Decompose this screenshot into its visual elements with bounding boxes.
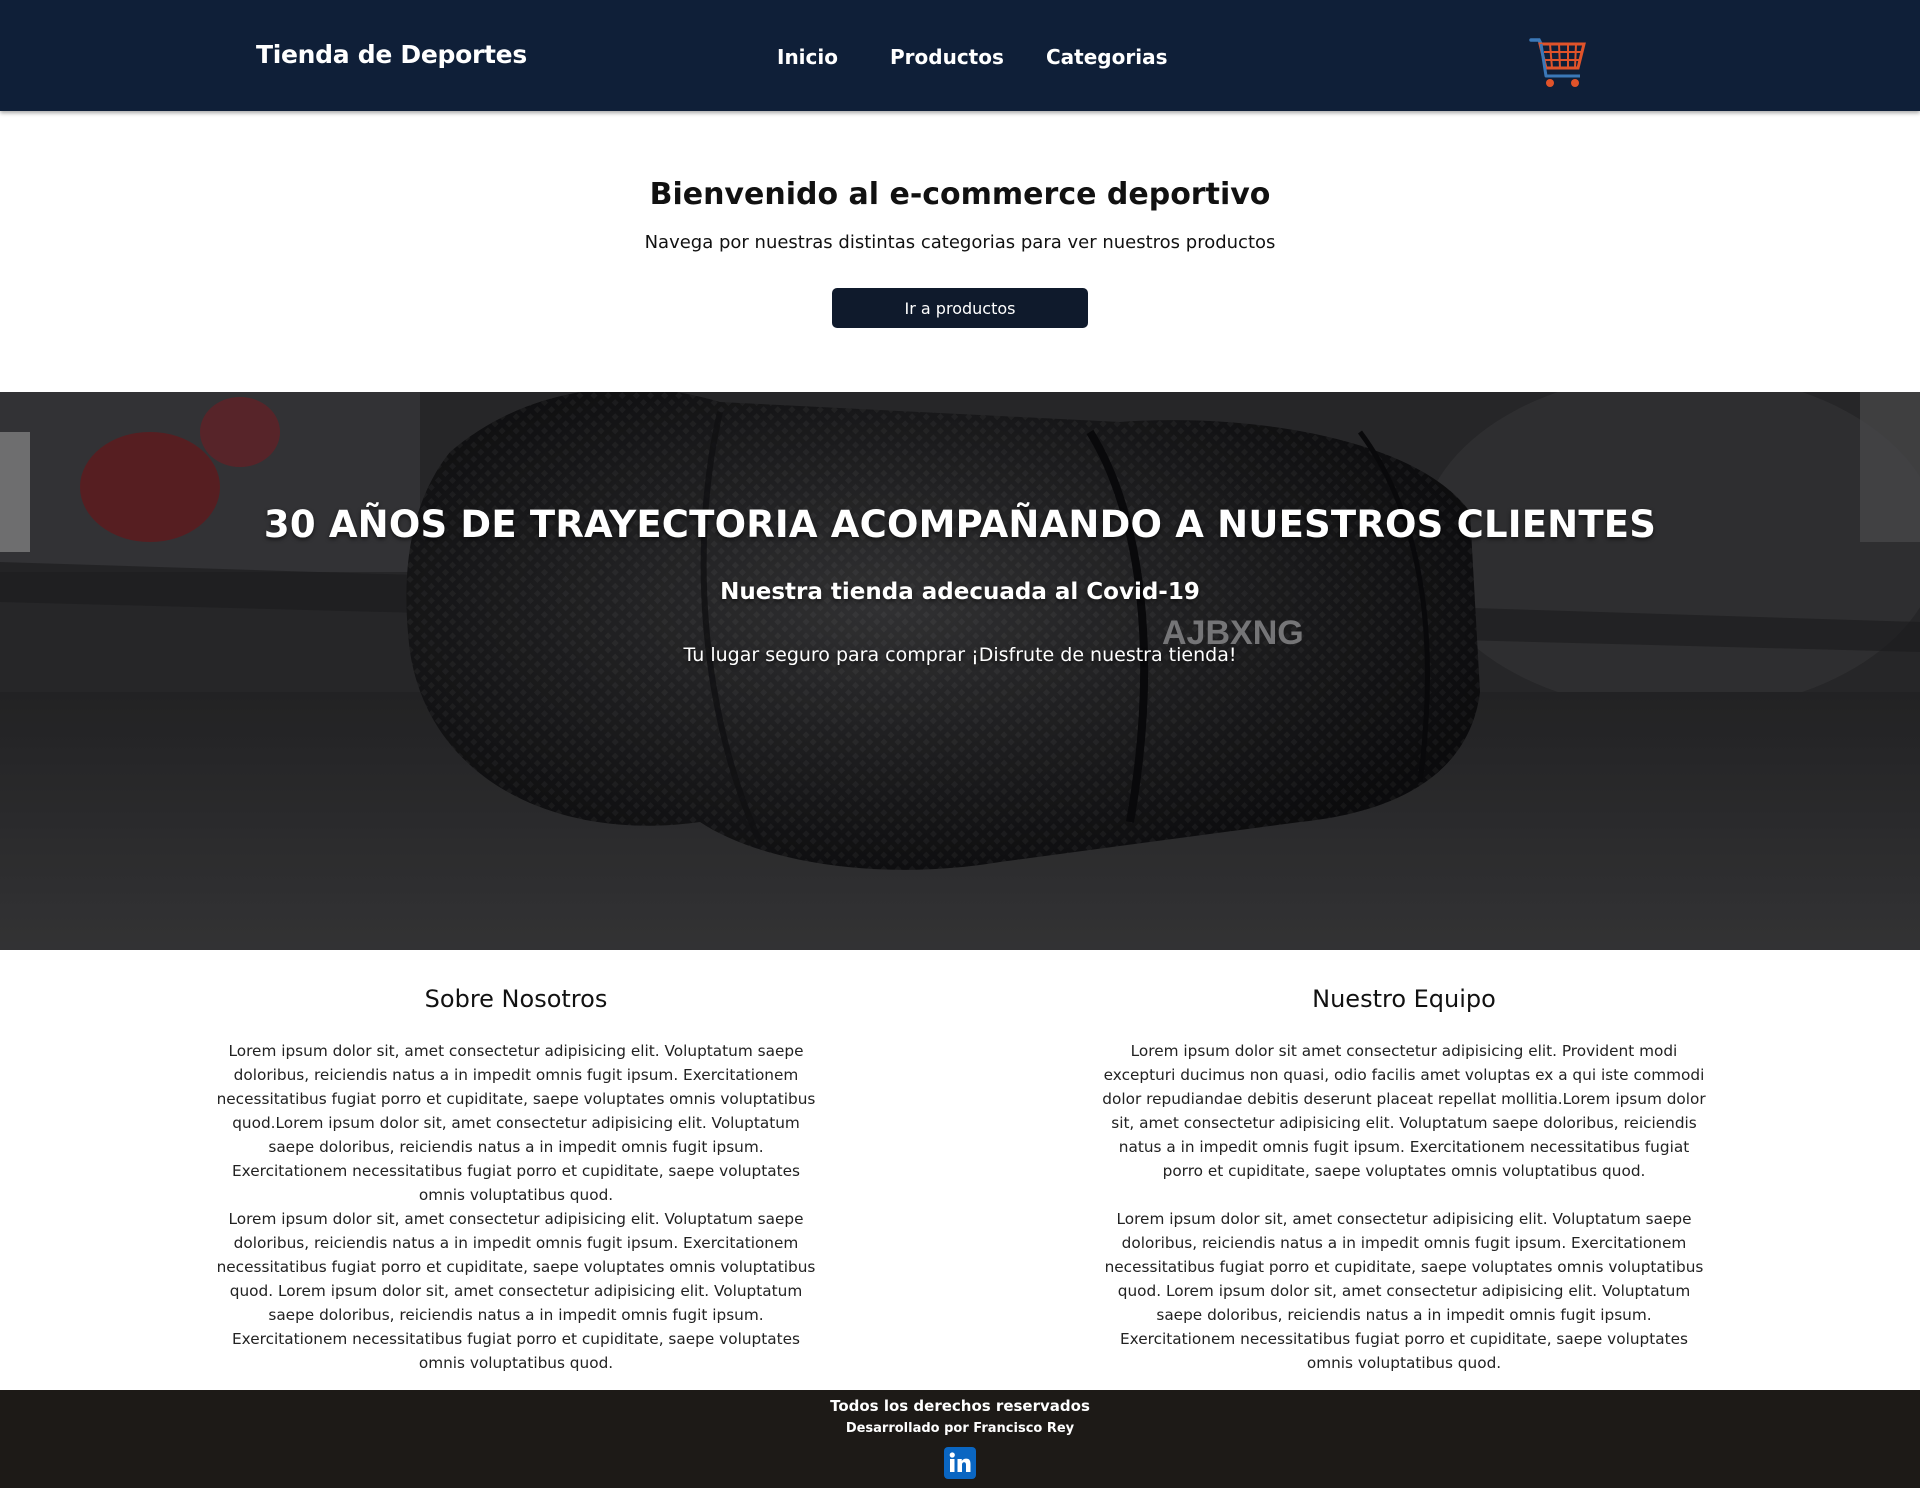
hero-title: 30 AÑOS DE TRAYECTORIA ACOMPAÑANDO A NUE… [263,503,1657,546]
about-us-paragraph-1: Lorem ipsum dolor sit, amet consectetur … [216,1042,816,1204]
nav-link-inicio[interactable]: Inicio [777,45,838,69]
shopping-cart-icon[interactable] [1528,34,1586,92]
footer-rights: Todos los derechos reservados [830,1397,1090,1415]
welcome-section: Bienvenido al e-commerce deportivo Naveg… [0,111,1920,392]
footer: Todos los derechos reservados Desarrolla… [0,1390,1920,1488]
about-section: Sobre Nosotros Lorem ipsum dolor sit, am… [0,950,1920,1390]
our-team-title: Nuestro Equipo [1312,985,1496,1013]
nav-link-productos[interactable]: Productos [890,45,1004,69]
nav-links: Inicio Productos Categorias [0,45,1920,75]
footer-developer: Desarrollado por Francisco Rey [845,1421,1075,1436]
boxing-glove-image: AJBXNG [0,392,1920,950]
welcome-subtitle: Navega por nuestras distintas categorias… [644,232,1276,253]
hero-text: Tu lugar seguro para comprar ¡Disfrute d… [683,644,1237,666]
our-team-paragraph-1: Lorem ipsum dolor sit amet consectetur a… [1102,1042,1706,1180]
nav-link-categorias[interactable]: Categorias [1046,45,1167,69]
go-to-products-button[interactable]: Ir a productos [832,288,1088,328]
about-us-paragraph-2: Lorem ipsum dolor sit, amet consectetur … [216,1210,816,1372]
hero-banner: AJBXNG 30 AÑOS DE TRAYECTORIA ACOMPAÑAND… [0,392,1920,950]
our-team-paragraph-2: Lorem ipsum dolor sit, amet consectetur … [1104,1210,1704,1372]
welcome-title: Bienvenido al e-commerce deportivo [649,177,1271,212]
navbar: Tienda de Deportes Inicio Productos Cate… [0,0,1920,111]
about-us-title: Sobre Nosotros [424,985,608,1013]
hero-subtitle: Nuestra tienda adecuada al Covid-19 [720,579,1200,605]
linkedin-icon[interactable] [944,1447,976,1479]
